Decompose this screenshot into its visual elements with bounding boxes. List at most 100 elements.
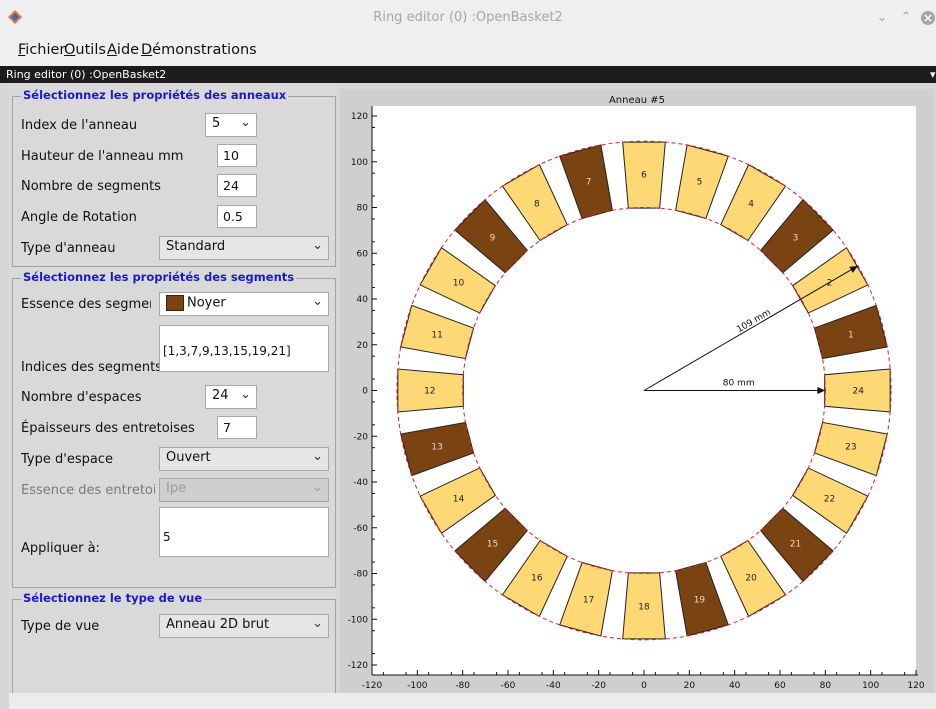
segment-label: 13 [431,442,442,452]
x-tick-label: -120 [362,681,383,691]
x-tick-label: -80 [455,681,470,691]
segment-label: 23 [845,442,856,452]
chevron-down-icon: ⌄ [312,480,323,495]
ring-type-label: Type d'anneau [21,241,116,256]
ring-height-input[interactable]: 10 [217,144,257,167]
radius-annotation: 80 mm [723,379,755,389]
menu-outils[interactable]: Outils [64,42,106,58]
minimize-icon[interactable]: ⌄ [874,10,890,26]
segment-label: 7 [586,178,592,188]
rotation-angle-label: Angle de Rotation [21,210,137,225]
chevron-down-icon: ⌄ [240,115,251,130]
segment-label: 12 [424,387,435,397]
segment-label: 9 [490,234,496,244]
segment-label: 5 [697,178,703,188]
menu-aide[interactable]: Aide [107,42,139,58]
y-tick-label: 40 [357,295,369,305]
apply-to-label: Appliquer à: [21,541,100,556]
x-tick-label: -100 [407,681,428,691]
x-tick-label: 60 [774,681,786,691]
y-tick-label: 20 [357,341,369,351]
segment-label: 21 [790,539,801,549]
ring-index-label: Index de l'anneau [21,118,138,133]
menu-fichier[interactable]: Fichier [18,42,65,58]
window-title: Ring editor (0) :OpenBasket2 [373,10,563,25]
ring-height-label: Hauteur de l'anneau mm [21,149,184,164]
segment-label: 24 [852,387,864,397]
spacer-wood-label: Essence des entretoises [21,483,155,498]
x-tick-label: 80 [820,681,832,691]
view-type-select[interactable]: Anneau 2D brut ⌄ [159,614,329,638]
segment-label: 10 [453,278,465,288]
y-tick-label: -20 [353,432,368,442]
y-tick-label: 120 [351,112,368,122]
docbar-arrow-icon[interactable]: ▾ [930,66,936,83]
segment-indices-label: Indices des segments [21,360,162,375]
maximize-icon[interactable]: ⌃ [898,10,914,26]
ring-properties-title: Sélectionnez les propriétés des anneaux [21,88,289,102]
segment-label: 18 [638,603,650,613]
segment-label: 14 [453,495,465,505]
x-tick-label: -40 [546,681,561,691]
segment-properties-group: Sélectionnez les propriétés des segments… [12,270,336,588]
rotation-angle-input[interactable]: 0.5 [217,205,257,228]
chevron-down-icon: ⌄ [312,616,323,631]
y-tick-label: -60 [353,524,368,534]
segment-label: 20 [745,574,757,584]
segment-label: 6 [641,170,647,180]
y-tick-label: -100 [348,615,369,625]
spacer-thickness-input[interactable]: 7 [217,416,257,439]
y-tick-label: -40 [353,478,368,488]
y-tick-label: 0 [362,387,368,397]
segment-label: 1 [848,331,854,341]
segment-count-input[interactable]: 24 [217,174,257,197]
ring-plot[interactable]: Anneau #5-120-100-80-60-40-2002040608010… [340,89,934,693]
chevron-down-icon: ⌄ [312,238,323,253]
x-tick-label: -60 [501,681,516,691]
segment-indices-input[interactable]: [1,3,7,9,13,15,19,21] [159,325,329,372]
x-tick-label: 120 [907,681,924,691]
ring-index-select[interactable]: 5 ⌄ [205,113,257,137]
segment-label: 15 [487,539,498,549]
document-title: Ring editor (0) :OpenBasket2 [6,68,167,81]
space-count-select[interactable]: 24 ⌄ [205,385,257,409]
segment-label: 19 [694,595,706,605]
segment-label: 3 [793,234,799,244]
chevron-down-icon: ⌄ [312,449,323,464]
segment-properties-title: Sélectionnez les propriétés des segments [21,270,297,284]
view-type-title: Sélectionnez le type de vue [21,591,205,605]
segment-label: 8 [534,199,540,209]
space-type-select[interactable]: Ouvert ⌄ [159,447,329,471]
y-tick-label: 80 [357,204,369,214]
space-type-label: Type d'espace [21,452,113,467]
y-tick-label: 100 [351,158,368,168]
x-tick-label: 100 [862,681,879,691]
segment-label: 11 [431,331,442,341]
menu-bar: Fichier Outils Aide Démonstrations [0,40,936,66]
spacer-thickness-label: Épaisseurs des entretoises [21,421,195,436]
chevron-down-icon: ⌄ [240,387,251,402]
ring-plot-panel: Anneau #5 -120 -100 -80 -60 -40 -20 0 20 40 60 80 10… [340,89,934,693]
view-type-label: Type de vue [21,619,100,634]
status-bar [9,693,936,709]
window-titlebar: Ring editor (0) :OpenBasket2 ⌄ ⌃ [0,0,936,40]
ring-type-select[interactable]: Standard ⌄ [159,236,329,260]
segment-count-label: Nombre de segments [21,179,161,194]
segment-label: 16 [531,574,543,584]
y-tick-label: -120 [348,661,369,671]
close-icon[interactable] [920,10,936,26]
document-title-bar: Ring editor (0) :OpenBasket2 ▾ [0,66,936,83]
x-tick-label: 20 [684,681,696,691]
segment-wood-label: Essence des segments [21,297,151,312]
apply-to-input[interactable]: 5 [159,507,329,557]
segment-label: 17 [583,595,594,605]
menu-demonstrations[interactable]: Démonstrations [141,42,257,58]
segment-label: 4 [748,199,754,209]
segment-wood-select[interactable]: Noyer ⌄ [159,292,329,316]
properties-panel: Sélectionnez les propriétés des anneaux … [9,83,336,694]
view-type-group: Sélectionnez le type de vue Type de vue … [12,591,336,694]
spacer-wood-select[interactable]: Ipe ⌄ [159,478,329,502]
space-count-label: Nombre d'espaces [21,390,142,405]
segment-label: 22 [824,495,835,505]
walnut-swatch [166,295,184,311]
